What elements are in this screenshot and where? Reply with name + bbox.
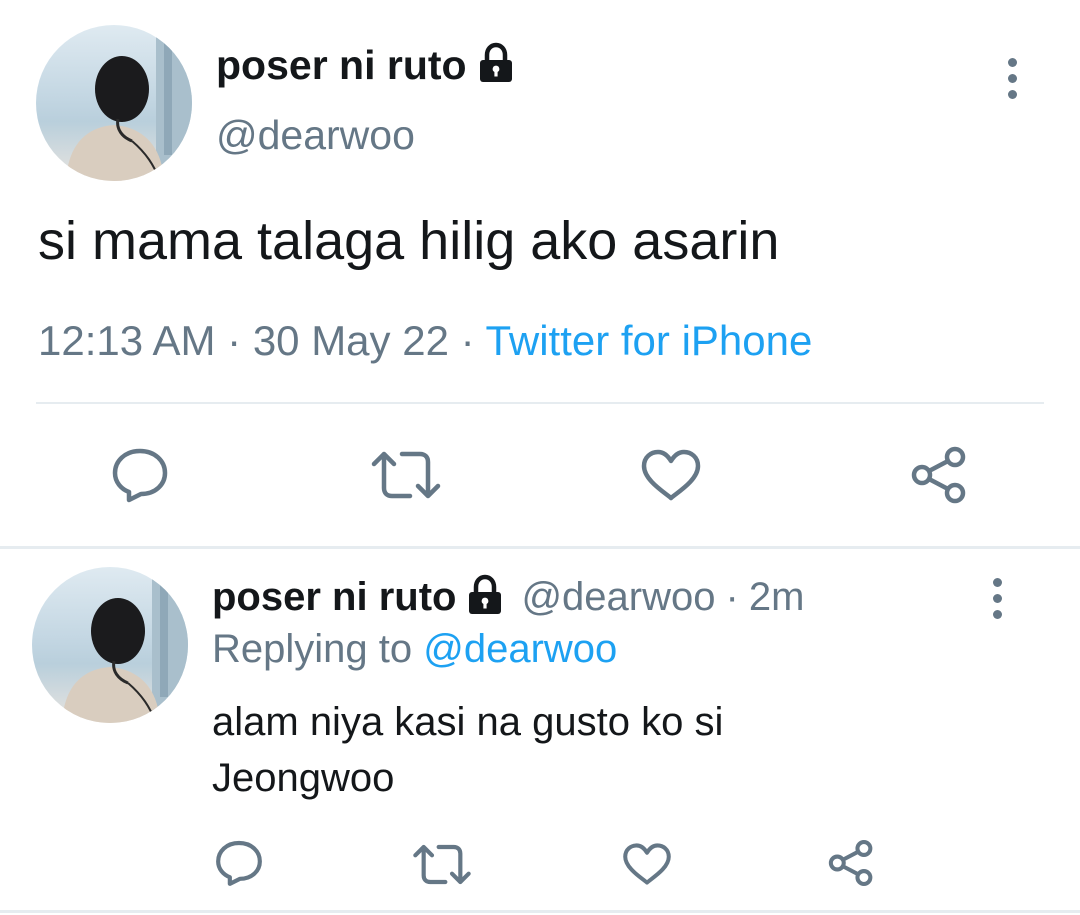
reply-text-line: alam niya kasi na gusto ko si <box>212 700 724 744</box>
meta-separator: · <box>725 574 739 619</box>
handle[interactable]: @dearwoo <box>216 110 415 160</box>
display-name[interactable]: poser ni ruto <box>212 575 456 620</box>
retweet-icon[interactable] <box>370 448 442 502</box>
avatar[interactable] <box>36 25 192 181</box>
replying-to: Replying to @dearwoo <box>212 624 617 674</box>
like-icon[interactable] <box>622 842 672 886</box>
reply-text: alam niya kasi na gusto ko si Jeongwoo <box>212 694 723 806</box>
lock-icon <box>476 42 516 89</box>
replying-to-label: Replying to <box>212 627 413 671</box>
display-name[interactable]: poser ni ruto <box>216 42 467 89</box>
more-vertical-icon[interactable] <box>1008 58 1017 99</box>
retweet-icon[interactable] <box>412 842 472 887</box>
avatar[interactable] <box>32 567 188 723</box>
avatar-photo <box>62 567 188 723</box>
lock-icon <box>465 574 505 621</box>
more-vertical-icon[interactable] <box>993 578 1002 619</box>
reply-icon[interactable] <box>110 446 170 504</box>
meta-separator: · <box>460 317 475 364</box>
tweet-source[interactable]: Twitter for iPhone <box>486 317 813 364</box>
tweet-time: 12:13 AM <box>38 317 216 364</box>
handle[interactable]: @dearwoo <box>521 575 715 620</box>
share-icon[interactable] <box>826 838 876 888</box>
avatar-photo <box>66 25 192 181</box>
replying-to-handle[interactable]: @dearwoo <box>423 627 617 671</box>
reply-text-line: Jeongwoo <box>212 756 395 800</box>
reply-age: 2m <box>748 574 805 619</box>
like-icon[interactable] <box>640 448 702 502</box>
divider <box>36 402 1044 404</box>
divider <box>0 910 1080 913</box>
share-icon[interactable] <box>908 444 970 506</box>
tweet-date: 30 May 22 <box>252 317 449 364</box>
section-divider <box>0 546 1080 549</box>
meta-separator: · <box>227 317 242 364</box>
reply-author-row: poser ni ruto @dearwoo · 2m <box>212 572 804 622</box>
reply-icon[interactable] <box>214 838 264 888</box>
tweet-author-row: poser ni ruto <box>216 40 516 90</box>
tweet-text: si mama talaga hilig ako asarin <box>38 211 780 271</box>
tweet-meta: 12:13 AM · 30 May 22 · Twitter for iPhon… <box>38 315 812 367</box>
